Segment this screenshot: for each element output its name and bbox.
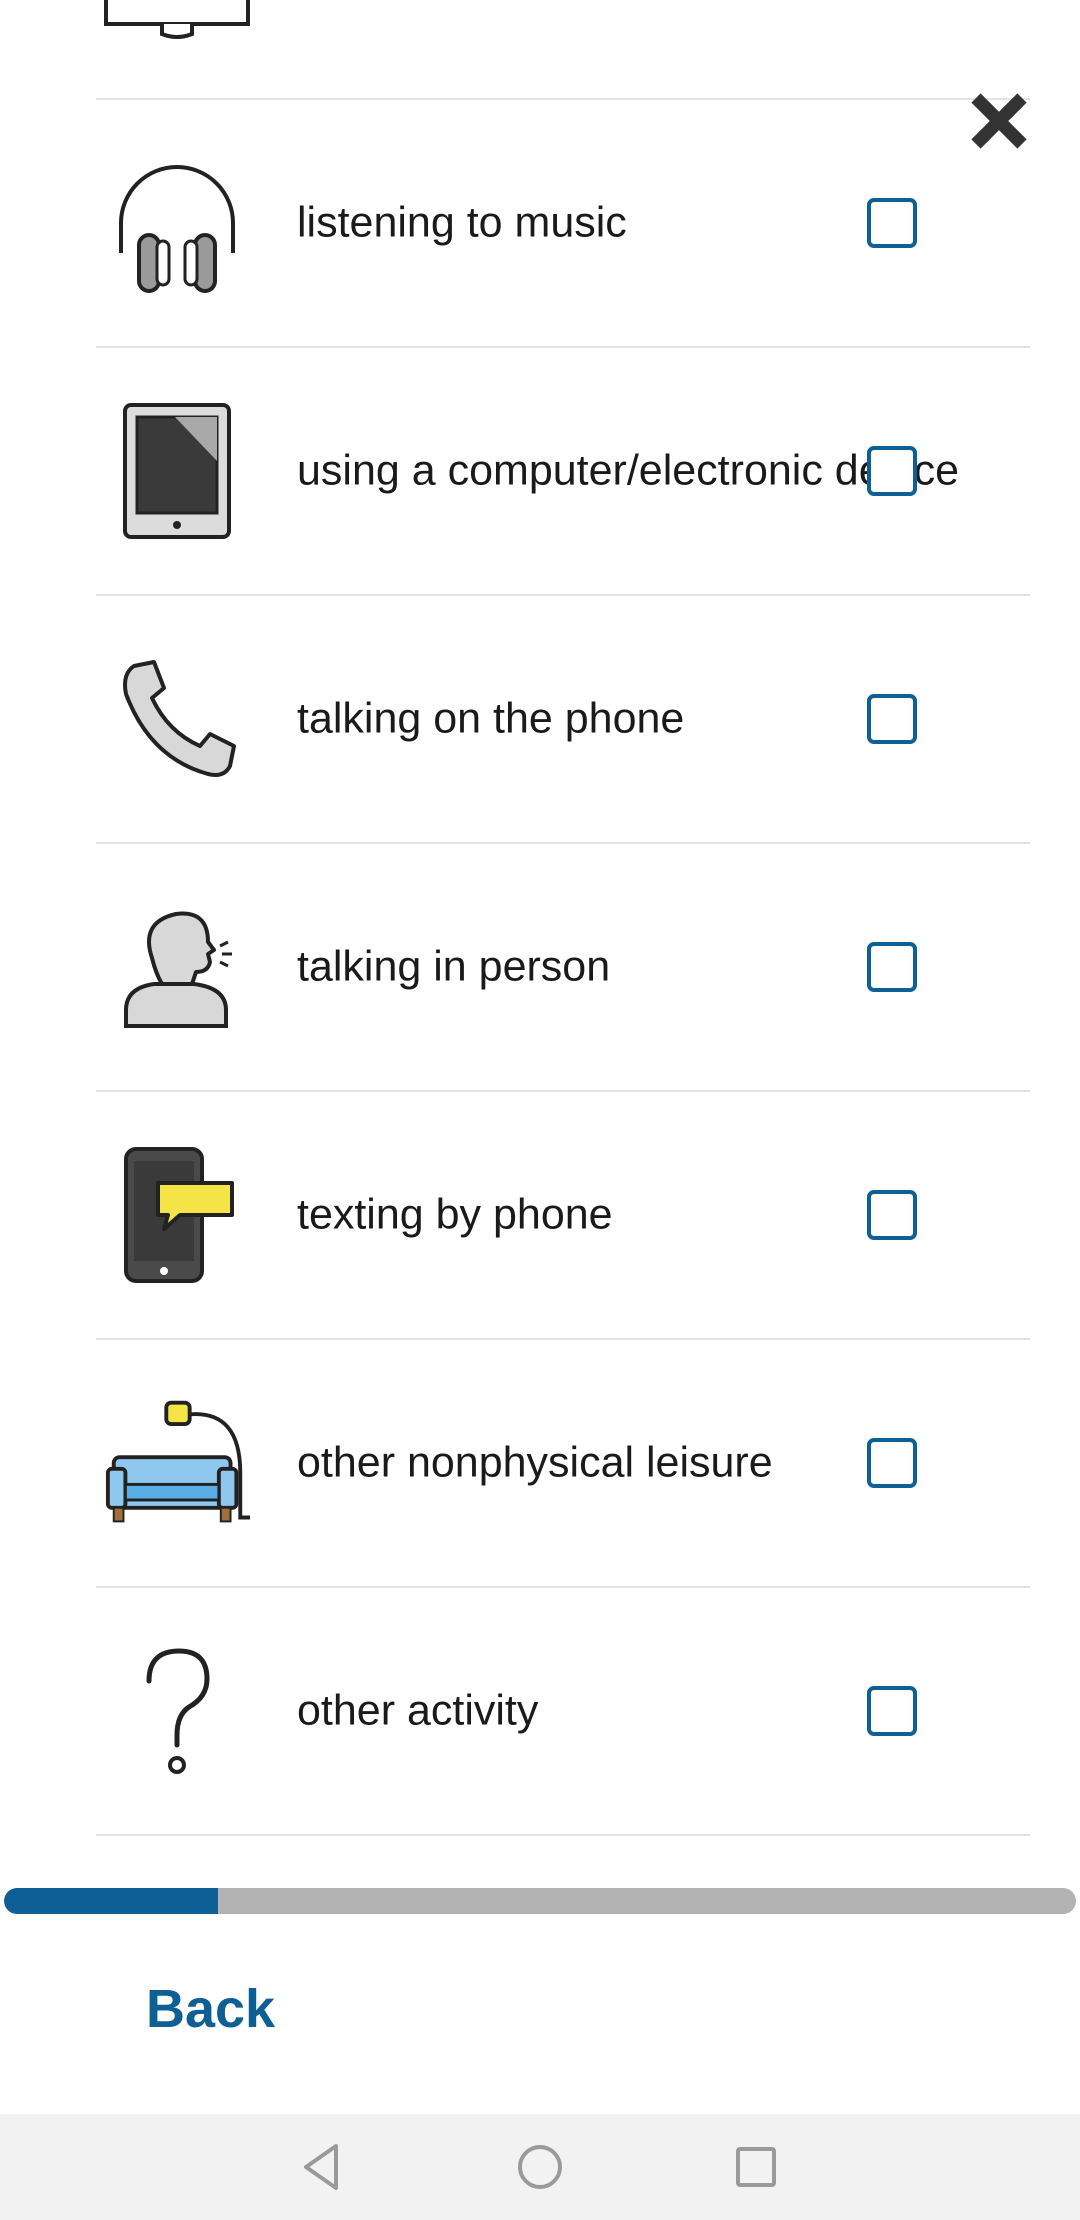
checkbox-talking-on-phone[interactable] — [867, 694, 917, 744]
back-button[interactable]: Back — [146, 1978, 275, 2040]
list-item-other-nonphysical-leisure[interactable]: other nonphysical leisure — [96, 1340, 1030, 1588]
checkbox-listening-to-music[interactable] — [867, 198, 917, 248]
phone-handset-icon — [104, 646, 250, 792]
back-triangle-icon[interactable] — [292, 2136, 354, 2198]
home-circle-icon[interactable] — [509, 2136, 571, 2198]
progress-fill — [4, 1888, 219, 1914]
question-mark-icon — [104, 1638, 250, 1784]
headphones-icon — [104, 150, 250, 296]
activity-list: listening to music using a computer/elec… — [0, 0, 1080, 1870]
list-item-talking-in-person[interactable]: talking in person — [96, 844, 1030, 1092]
tablet-icon — [104, 398, 250, 544]
checkbox-other-nonphysical-leisure[interactable] — [867, 1438, 917, 1488]
system-navigation-bar — [0, 2114, 1080, 2220]
list-item-using-computer[interactable]: using a computer/electronic device — [96, 348, 1030, 596]
phone-message-icon — [104, 1142, 250, 1288]
recents-square-icon[interactable] — [725, 2136, 787, 2198]
progress-bar — [4, 1888, 1076, 1914]
checkbox-talking-in-person[interactable] — [867, 942, 917, 992]
checkbox-other-activity[interactable] — [867, 1686, 917, 1736]
couch-lamp-icon — [104, 1390, 250, 1536]
checkbox-texting-by-phone[interactable] — [867, 1190, 917, 1240]
list-item-other-activity[interactable]: other activity — [96, 1588, 1030, 1836]
activity-rows: listening to music using a computer/elec… — [96, 100, 1030, 1836]
checkbox-using-computer[interactable] — [867, 446, 917, 496]
book-icon — [104, 0, 250, 39]
list-item-listening-to-music[interactable]: listening to music — [96, 100, 1030, 348]
list-item-texting-by-phone[interactable]: texting by phone — [96, 1092, 1030, 1340]
list-item-talking-on-phone[interactable]: talking on the phone — [96, 596, 1030, 844]
person-speaking-icon — [104, 894, 250, 1040]
list-item-partial[interactable] — [96, 0, 1030, 100]
